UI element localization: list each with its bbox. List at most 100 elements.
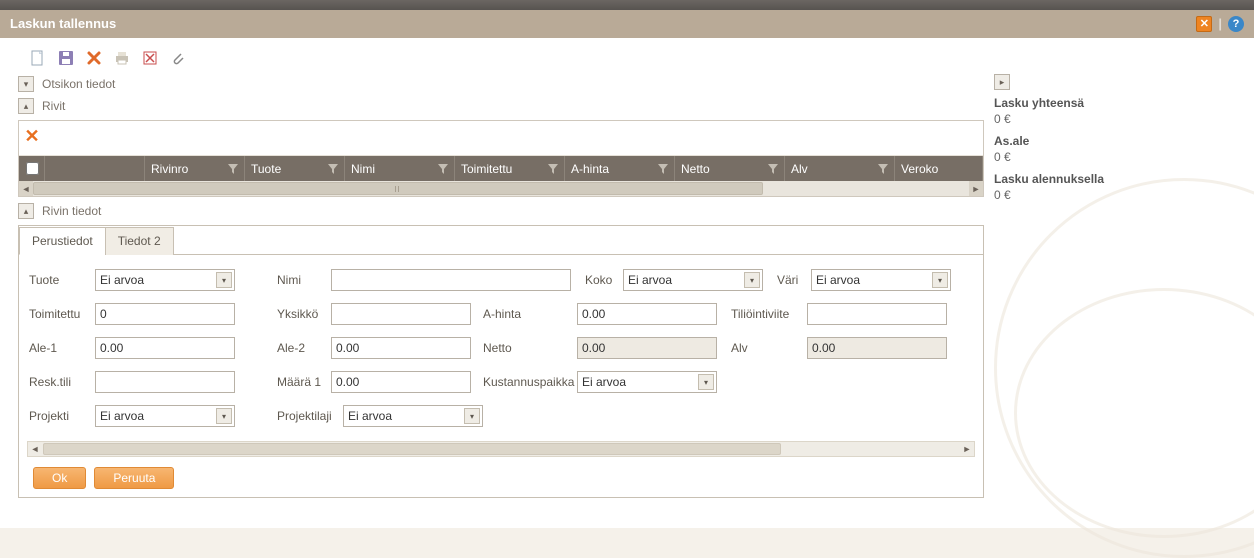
koko-select[interactable]: Ei arvoa▾: [623, 269, 763, 291]
chevron-down-icon: ▾: [744, 272, 760, 288]
label-tiliointiviite: Tiliöintiviite: [731, 307, 803, 321]
label-kustannuspaikka: Kustannuspaikka: [483, 375, 573, 389]
row-details-panel: Perustiedot Tiedot 2 Tuote Ei arvoa▾ Nim…: [18, 225, 984, 498]
window-title: Laskun tallennus: [10, 10, 116, 38]
summary-total-value: 0 €: [994, 112, 1244, 126]
chevron-up-icon[interactable]: ▴: [18, 203, 34, 219]
filter-icon[interactable]: [548, 164, 558, 174]
vari-select[interactable]: Ei arvoa▾: [811, 269, 951, 291]
kustannuspaikka-select[interactable]: Ei arvoa▾: [577, 371, 717, 393]
new-icon[interactable]: [30, 50, 46, 66]
scroll-right-icon[interactable]: ►: [969, 181, 983, 196]
label-maara1: Määrä 1: [277, 375, 327, 389]
toimitettu-input[interactable]: [95, 303, 235, 325]
summary-discount-label: As.ale: [994, 134, 1244, 148]
attachment-icon[interactable]: [170, 50, 186, 66]
grid-col-ahinta[interactable]: A-hinta: [565, 156, 675, 181]
filter-icon[interactable]: [228, 164, 238, 174]
grid-header: Rivinro Tuote Nimi Toimitettu: [19, 155, 983, 181]
col-label: A-hinta: [571, 162, 609, 176]
filter-icon[interactable]: [768, 164, 778, 174]
col-label: Toimitettu: [461, 162, 512, 176]
col-label: Tuote: [251, 162, 281, 176]
label-nimi: Nimi: [277, 273, 327, 287]
section-title: Rivit: [42, 99, 65, 113]
grid-h-scrollbar[interactable]: ◄ ►: [19, 181, 983, 196]
label-projekti: Projekti: [29, 409, 91, 423]
close-icon[interactable]: ✕: [1196, 16, 1212, 32]
section-rows: ▴ Rivit: [18, 98, 984, 114]
col-label: Veroko: [901, 162, 938, 176]
maara1-input[interactable]: [331, 371, 471, 393]
section-title: Rivin tiedot: [42, 204, 101, 218]
grid-col-blank[interactable]: [45, 156, 145, 181]
col-label: Nimi: [351, 162, 375, 176]
filter-icon[interactable]: [878, 164, 888, 174]
alv-input: [807, 337, 947, 359]
chevron-down-icon: ▾: [932, 272, 948, 288]
tab-tiedot2[interactable]: Tiedot 2: [105, 227, 174, 255]
delete-row-icon[interactable]: ✕: [23, 127, 41, 145]
yksikko-input[interactable]: [331, 303, 471, 325]
label-resktili: Resk.tili: [29, 375, 91, 389]
scroll-right-icon[interactable]: ►: [960, 442, 974, 456]
grid-col-toimitettu[interactable]: Toimitettu: [455, 156, 565, 181]
col-label: Netto: [681, 162, 710, 176]
chevron-down-icon: ▾: [698, 374, 714, 390]
chevron-down-icon: ▾: [464, 408, 480, 424]
select-all-checkbox[interactable]: [19, 156, 45, 181]
chevron-down-icon: ▾: [216, 408, 232, 424]
section-row-details: ▴ Rivin tiedot: [18, 203, 984, 219]
label-projektilaji: Projektilaji: [277, 409, 339, 423]
label-tuote: Tuote: [29, 273, 91, 287]
projekti-select[interactable]: Ei arvoa▾: [95, 405, 235, 427]
scroll-thumb[interactable]: [33, 182, 763, 195]
label-koko: Koko: [585, 273, 619, 287]
form-h-scrollbar[interactable]: ◄ ►: [27, 441, 975, 457]
col-label: Alv: [791, 162, 808, 176]
section-header-info: ▾ Otsikon tiedot: [18, 76, 984, 92]
grid-col-tuote[interactable]: Tuote: [245, 156, 345, 181]
help-icon[interactable]: ?: [1228, 16, 1244, 32]
tab-perustiedot[interactable]: Perustiedot: [19, 227, 106, 255]
ahinta-input[interactable]: [577, 303, 717, 325]
resktili-input[interactable]: [95, 371, 235, 393]
label-vari: Väri: [777, 273, 807, 287]
tiliointiviite-input[interactable]: [807, 303, 947, 325]
app-top-strip: [0, 0, 1254, 10]
print-icon[interactable]: [114, 50, 130, 66]
chevron-down-icon[interactable]: ▾: [18, 76, 34, 92]
filter-icon[interactable]: [658, 164, 668, 174]
projektilaji-select[interactable]: Ei arvoa▾: [343, 405, 483, 427]
ale1-input[interactable]: [95, 337, 235, 359]
label-ale1: Ale-1: [29, 341, 91, 355]
grid-col-alv[interactable]: Alv: [785, 156, 895, 181]
grid-col-veroko[interactable]: Veroko: [895, 156, 983, 181]
scroll-left-icon[interactable]: ◄: [28, 442, 42, 456]
label-toimitettu: Toimitettu: [29, 307, 91, 321]
ale2-input[interactable]: [331, 337, 471, 359]
nimi-input[interactable]: [331, 269, 571, 291]
label-alv: Alv: [731, 341, 803, 355]
save-icon[interactable]: [58, 50, 74, 66]
chevron-up-icon[interactable]: ▴: [18, 98, 34, 114]
filter-icon[interactable]: [328, 164, 338, 174]
col-label: Rivinro: [151, 162, 188, 176]
filter-icon[interactable]: [438, 164, 448, 174]
grid-col-netto[interactable]: Netto: [675, 156, 785, 181]
cancel-button[interactable]: Peruuta: [94, 467, 174, 489]
grid-col-rivinro[interactable]: Rivinro: [145, 156, 245, 181]
delete-icon[interactable]: [86, 50, 102, 66]
scroll-left-icon[interactable]: ◄: [19, 181, 33, 196]
summary-discount-value: 0 €: [994, 150, 1244, 164]
title-separator: |: [1218, 10, 1222, 38]
label-yksikko: Yksikkö: [277, 307, 327, 321]
export-icon[interactable]: [142, 50, 158, 66]
chevron-right-icon[interactable]: ▸: [994, 74, 1010, 90]
section-title: Otsikon tiedot: [42, 77, 115, 91]
scroll-thumb[interactable]: [43, 443, 781, 455]
tuote-select[interactable]: Ei arvoa▾: [95, 269, 235, 291]
label-ale2: Ale-2: [277, 341, 327, 355]
grid-col-nimi[interactable]: Nimi: [345, 156, 455, 181]
ok-button[interactable]: Ok: [33, 467, 86, 489]
